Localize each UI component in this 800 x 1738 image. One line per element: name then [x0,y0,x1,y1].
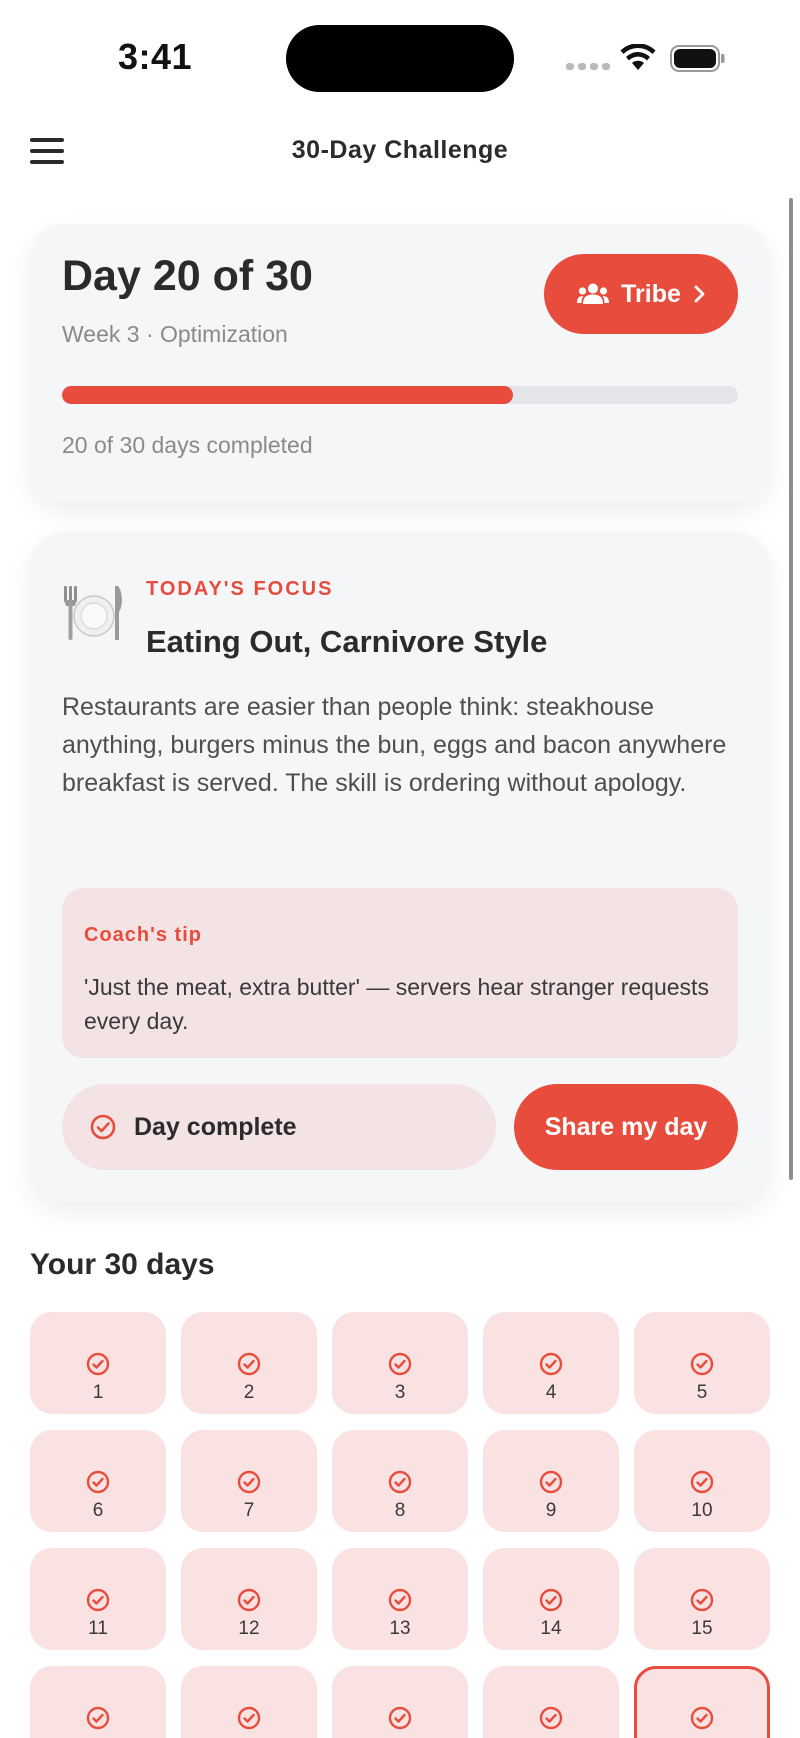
signal-icon [566,63,610,70]
scrollbar[interactable] [789,198,793,1180]
wifi-icon [620,44,656,70]
days-heading: Your 30 days [30,1248,215,1281]
day-number: 15 [691,1618,713,1639]
day-tile[interactable]: 13 [332,1548,468,1650]
check-circle-icon [690,1588,714,1612]
tribe-button[interactable]: Tribe [544,254,738,334]
day-number: 10 [691,1500,713,1521]
day-tile[interactable]: 10 [634,1430,770,1532]
status-bar: 3:41 [0,0,800,110]
check-circle-icon [86,1588,110,1612]
day-tile[interactable]: 2 [181,1312,317,1414]
day-tile[interactable]: 17 [181,1666,317,1738]
day-tile[interactable]: 18 [332,1666,468,1738]
progress-card: Day 20 of 30 Week 3 · Optimization Tribe… [30,224,770,502]
day-tile[interactable]: 6 [30,1430,166,1532]
check-circle-icon [388,1588,412,1612]
check-circle-icon [237,1352,261,1376]
day-tile[interactable]: 8 [332,1430,468,1532]
day-complete-label: Day complete [134,1112,297,1141]
focus-kicker: TODAY'S FOCUS [146,578,334,600]
tribe-label: Tribe [621,279,681,308]
plate-icon [64,586,122,640]
day-tile[interactable]: 16 [30,1666,166,1738]
check-circle-icon [690,1470,714,1494]
day-tile[interactable]: 15 [634,1548,770,1650]
check-circle-icon [86,1352,110,1376]
check-circle-icon [90,1114,116,1140]
day-number: 1 [92,1382,104,1403]
day-number: 3 [394,1382,406,1403]
day-tile[interactable]: 11 [30,1548,166,1650]
day-number: 2 [243,1382,255,1403]
day-number: 6 [92,1500,104,1521]
day-number: 4 [545,1382,557,1403]
battery-icon [670,45,725,72]
day-tile[interactable]: 7 [181,1430,317,1532]
day-number: 9 [545,1500,557,1521]
day-tile[interactable]: 1 [30,1312,166,1414]
tip-label: Coach's tip [84,924,202,946]
check-circle-icon [237,1706,261,1730]
day-number: 11 [88,1618,108,1639]
focus-body: Restaurants are easier than people think… [62,693,727,797]
day-number: 12 [238,1618,260,1639]
check-circle-icon [237,1588,261,1612]
day-tile[interactable]: 3 [332,1312,468,1414]
day-number: 8 [394,1500,406,1521]
focus-title: Eating Out, Carnivore Style [146,624,548,659]
progress-bar [62,386,738,404]
app-header: 30-Day Challenge [0,120,800,186]
focus-card: TODAY'S FOCUS Eating Out, Carnivore Styl… [30,532,770,1202]
check-circle-icon [86,1470,110,1494]
page-title: 30-Day Challenge [291,136,509,164]
day-number: 14 [540,1618,562,1639]
coach-tip: Coach's tip 'Just the meat, extra butter… [62,888,738,1058]
check-circle-icon [388,1706,412,1730]
day-tile[interactable]: 12 [181,1548,317,1650]
day-heading: Day 20 of 30 [62,252,313,300]
check-circle-icon [690,1352,714,1376]
progress-fill [62,386,513,404]
check-circle-icon [690,1706,714,1730]
share-my-day-button[interactable]: Share my day [514,1084,738,1170]
check-circle-icon [86,1706,110,1730]
day-tile[interactable]: 19 [483,1666,619,1738]
day-tile[interactable]: 5 [634,1312,770,1414]
day-tile[interactable]: 4 [483,1312,619,1414]
week-label: Week 3 · Optimization [62,321,288,347]
check-circle-icon [539,1352,563,1376]
check-circle-icon [539,1470,563,1494]
tip-text: 'Just the meat, extra butter' — servers … [84,974,709,1034]
progress-caption: 20 of 30 days completed [62,432,313,458]
dynamic-island [286,25,514,92]
users-icon [577,283,610,304]
check-circle-icon [388,1352,412,1376]
day-number: 7 [243,1500,255,1521]
check-circle-icon [237,1470,261,1494]
day-number: 5 [696,1382,708,1403]
status-time: 3:41 [118,36,193,77]
day-tile[interactable]: 20 [634,1666,770,1738]
day-tile[interactable]: 9 [483,1430,619,1532]
days-grid: 1234567891011121314151617181920 [30,1312,770,1738]
chevron-right-icon [694,285,705,303]
check-circle-icon [539,1706,563,1730]
day-complete-button[interactable]: Day complete [62,1084,496,1170]
day-number: 13 [389,1618,411,1639]
check-circle-icon [388,1470,412,1494]
check-circle-icon [539,1588,563,1612]
day-tile[interactable]: 14 [483,1548,619,1650]
